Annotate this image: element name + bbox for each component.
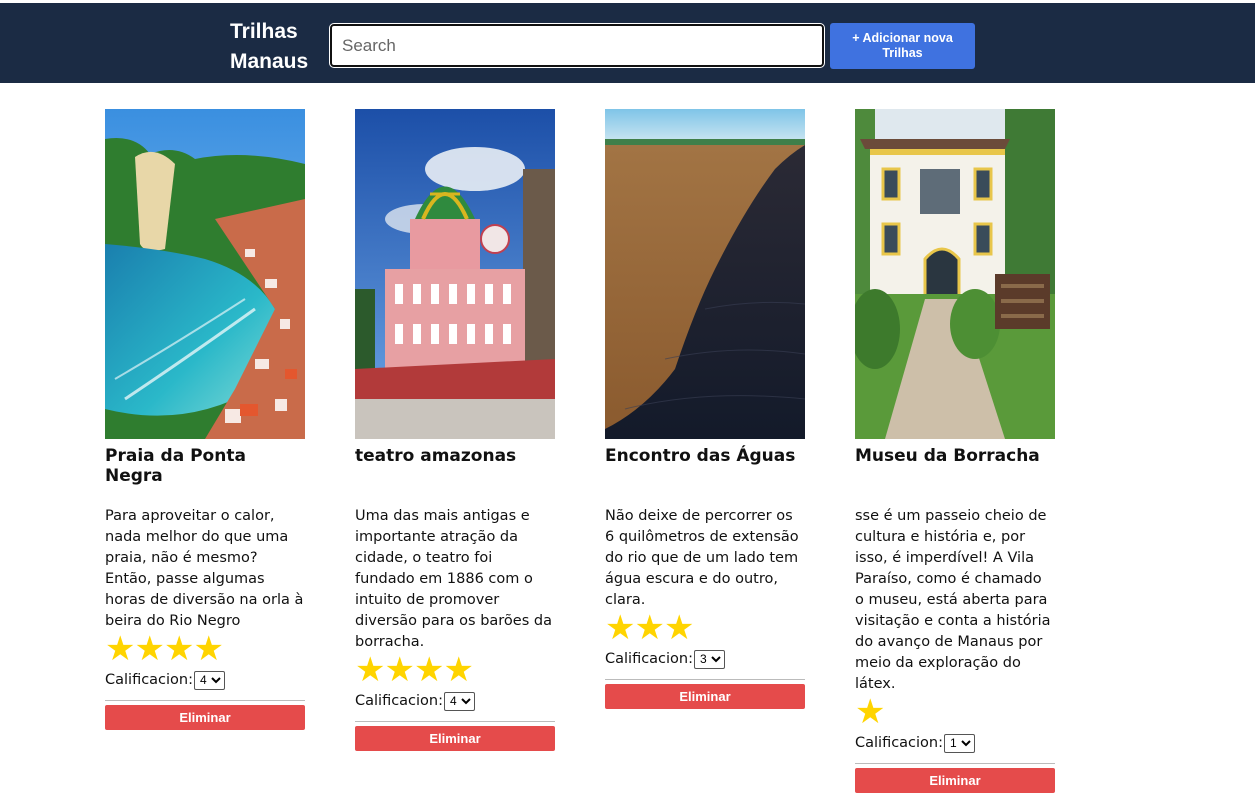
divider xyxy=(105,700,305,701)
divider xyxy=(355,721,555,722)
delete-button[interactable]: Eliminar xyxy=(355,726,555,751)
card-title: Museu da Borracha xyxy=(855,446,1040,466)
card-description: sse é um passeio cheio de cultura e hist… xyxy=(855,508,1051,692)
delete-button[interactable]: Eliminar xyxy=(105,705,305,730)
rating-row: Calificacion: 1 xyxy=(855,733,1055,753)
star-rating: ★★★ xyxy=(605,608,694,648)
rating-label: Calificacion: xyxy=(855,735,944,751)
top-navbar: Trilhas Manaus + Adicionar nova Trilhas xyxy=(0,3,1255,83)
divider xyxy=(605,679,805,680)
rating-label: Calificacion: xyxy=(605,651,694,667)
rating-label: Calificacion: xyxy=(105,672,194,688)
star-rating: ★★★★ xyxy=(105,629,224,669)
rating-select[interactable]: 4 xyxy=(444,691,476,711)
card-description: Uma das mais antigas e importante atraçã… xyxy=(355,508,552,650)
delete-button[interactable]: Eliminar xyxy=(855,768,1055,793)
divider xyxy=(855,763,1055,764)
rating-select[interactable]: 4 xyxy=(194,670,226,690)
rating-row: Calificacion: 3 xyxy=(605,649,805,669)
trail-card: Encontro das Águas Não deixe de percorre… xyxy=(605,109,805,709)
delete-button[interactable]: Eliminar xyxy=(605,684,805,709)
rating-select[interactable]: 3 xyxy=(694,649,726,669)
rating-select[interactable]: 1 xyxy=(944,733,976,753)
card-title: Praia da Ponta Negra xyxy=(105,446,246,486)
rating-row: Calificacion: 4 xyxy=(105,670,305,690)
museum-photo xyxy=(855,109,1055,439)
trail-card: Praia da Ponta Negra Para aproveitar o c… xyxy=(105,109,305,730)
brand-title: Trilhas Manaus xyxy=(230,20,309,73)
theater-photo xyxy=(355,109,555,439)
beach-photo xyxy=(105,109,305,439)
add-trail-button[interactable]: + Adicionar nova Trilhas xyxy=(830,23,975,69)
rating-row: Calificacion: 4 xyxy=(355,691,555,711)
card-description: Para aproveitar o calor, nada melhor do … xyxy=(105,508,304,629)
card-description: Não deixe de percorrer os 6 quilômetros … xyxy=(605,508,799,608)
trail-card: teatro amazonas Uma das mais antigas e i… xyxy=(355,109,555,751)
search-input[interactable] xyxy=(329,23,825,68)
rating-label: Calificacion: xyxy=(355,693,444,709)
star-rating: ★ xyxy=(855,692,885,732)
river-meeting-photo xyxy=(605,109,805,439)
card-title: teatro amazonas xyxy=(355,446,517,466)
trail-card: Museu da Borracha sse é um passeio cheio… xyxy=(855,109,1055,793)
card-title: Encontro das Águas xyxy=(605,446,796,466)
star-rating: ★★★★ xyxy=(355,650,474,690)
